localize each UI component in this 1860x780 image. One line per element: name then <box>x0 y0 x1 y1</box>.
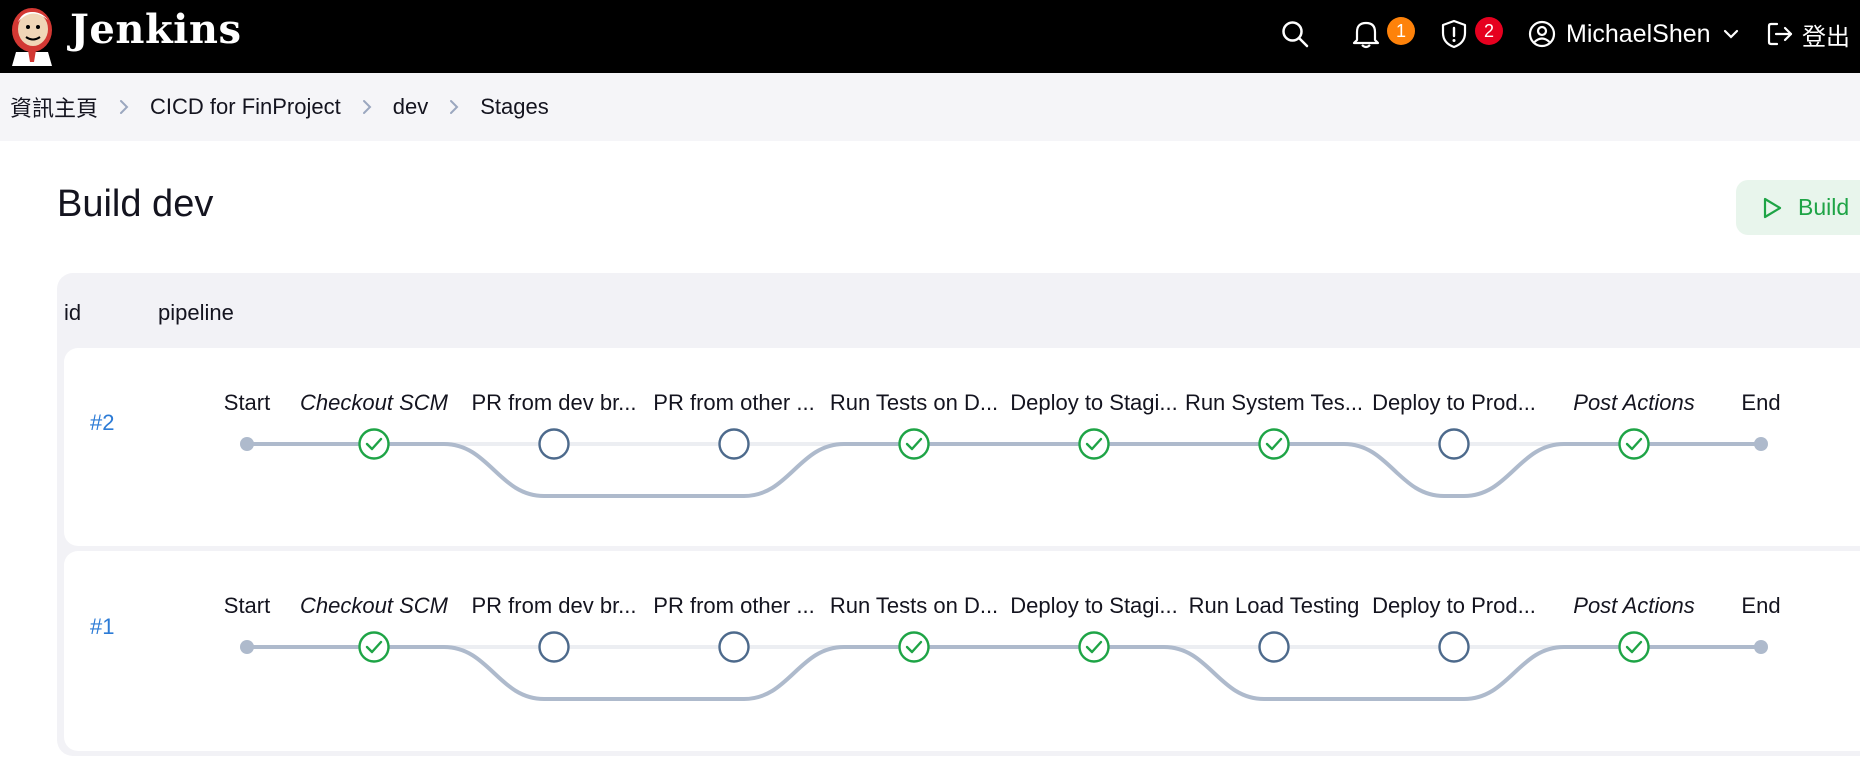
build-button-label: Build <box>1798 194 1850 220</box>
stage-label: End <box>1741 390 1780 415</box>
breadcrumb-branch[interactable]: dev <box>393 94 428 120</box>
stage-label: Deploy to Prod... <box>1372 390 1536 415</box>
stage-label: PR from dev br... <box>471 593 636 618</box>
stage-label: Run Tests on D... <box>830 593 998 618</box>
jenkins-logo[interactable] <box>8 2 56 66</box>
stage-success-node[interactable] <box>1618 631 1650 663</box>
stage-label: Checkout SCM <box>300 390 449 415</box>
pipeline-endpoint-node <box>1754 437 1768 451</box>
bell-icon <box>1352 21 1380 49</box>
stage-label: Run System Tes... <box>1185 390 1363 415</box>
runs-table: id pipeline #2 Start Checkout SCM PR from … <box>57 273 1860 756</box>
shield-alert-icon <box>1441 19 1467 49</box>
pipeline-graph: Start Checkout SCM PR from dev br... PR fro… <box>224 593 1781 701</box>
play-icon <box>1763 197 1782 218</box>
stage-skipped-node[interactable] <box>538 631 570 663</box>
stage-success-node[interactable] <box>898 428 930 460</box>
jenkins-butler-icon <box>12 8 52 66</box>
table-row: #1 Start Checkout SCM PR from dev br... PR … <box>64 551 1860 751</box>
stage-success-node[interactable] <box>358 631 390 663</box>
search-button[interactable] <box>1280 14 1310 54</box>
stage-label: Post Actions <box>1573 593 1694 618</box>
stage-label: Run Tests on D... <box>830 390 998 415</box>
stage-skipped-node[interactable] <box>538 428 570 460</box>
stage-label: Start <box>224 593 270 618</box>
stage-skipped-node[interactable] <box>718 631 750 663</box>
stage-skipped-node[interactable] <box>1438 428 1470 460</box>
logout-button[interactable]: 登出 <box>1766 14 1850 54</box>
user-avatar-icon <box>1528 20 1556 48</box>
chevron-right-icon <box>361 98 373 116</box>
user-name: MichaelShen <box>1566 19 1711 48</box>
stage-success-node[interactable] <box>898 631 930 663</box>
chevron-down-icon <box>1723 29 1738 39</box>
stage-success-node[interactable] <box>1258 428 1290 460</box>
stage-success-node[interactable] <box>1618 428 1650 460</box>
build-button[interactable]: Build <box>1736 180 1860 235</box>
pipeline-endpoint-node <box>240 640 254 654</box>
pipeline-endpoint-node <box>1754 640 1768 654</box>
logout-label: 登出 <box>1802 23 1850 51</box>
security-count-badge: 2 <box>1475 17 1503 45</box>
stage-success-node[interactable] <box>1078 428 1110 460</box>
chevron-right-icon <box>118 98 130 116</box>
stage-label: Checkout SCM <box>300 593 449 618</box>
breadcrumb-dashboard[interactable]: 資訊主頁 <box>10 91 98 123</box>
brand-title[interactable]: Jenkins <box>70 6 241 53</box>
security-button[interactable] <box>1440 14 1468 54</box>
column-header-pipeline: pipeline <box>158 300 234 325</box>
stage-label: Deploy to Stagi... <box>1010 593 1178 618</box>
breadcrumb-stages[interactable]: Stages <box>480 94 549 120</box>
breadcrumb: 資訊主頁 CICD for FinProject dev Stages <box>0 73 1860 141</box>
stage-success-node[interactable] <box>1078 631 1110 663</box>
stage-label: Start <box>224 390 270 415</box>
stage-label: Deploy to Stagi... <box>1010 390 1178 415</box>
notifications-button[interactable] <box>1352 14 1380 54</box>
pipeline-endpoint-node <box>240 437 254 451</box>
pipeline-graph: Start Checkout SCM PR from dev br... PR fro… <box>224 390 1781 498</box>
breadcrumb-project[interactable]: CICD for FinProject <box>150 94 341 120</box>
stage-label: PR from other ... <box>653 390 814 415</box>
search-icon <box>1282 21 1309 48</box>
notifications-count-badge: 1 <box>1387 17 1415 45</box>
stage-skipped-node[interactable] <box>1258 631 1290 663</box>
logout-icon <box>1767 22 1793 46</box>
stage-skipped-node[interactable] <box>1438 631 1470 663</box>
stage-skipped-node[interactable] <box>718 428 750 460</box>
stage-label: Deploy to Prod... <box>1372 593 1536 618</box>
table-row: #2 Start Checkout SCM PR from dev br... PR … <box>64 348 1860 546</box>
stage-label: End <box>1741 593 1780 618</box>
stage-label: PR from other ... <box>653 593 814 618</box>
chevron-right-icon <box>448 98 460 116</box>
top-bar: Jenkins 1 2 MichaelShen 登出 <box>0 0 1860 73</box>
pipeline-track <box>247 442 1761 498</box>
stage-success-node[interactable] <box>358 428 390 460</box>
stage-label: Post Actions <box>1573 390 1694 415</box>
stage-label: Run Load Testing <box>1189 593 1360 618</box>
column-header-id: id <box>64 300 82 325</box>
stage-label: PR from dev br... <box>471 390 636 415</box>
user-menu[interactable]: MichaelShen <box>1528 14 1739 54</box>
pipeline-track <box>247 645 1761 701</box>
page-title: Build dev <box>57 183 214 225</box>
